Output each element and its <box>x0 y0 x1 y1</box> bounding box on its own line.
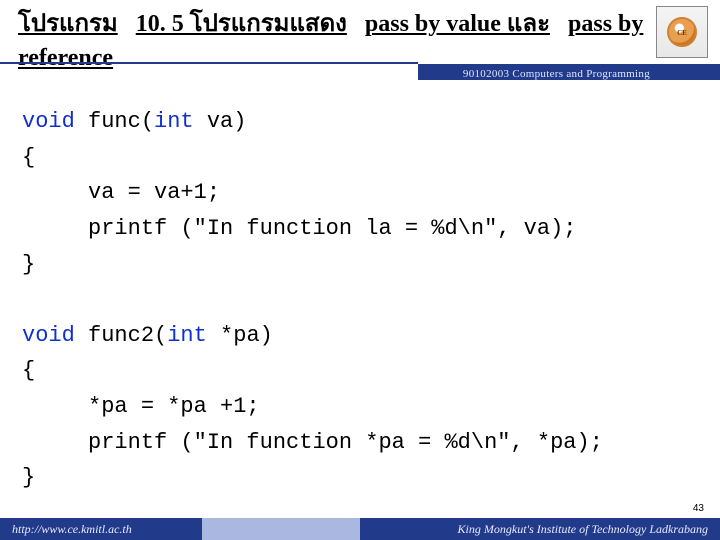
institution-logo: CE <box>656 6 708 58</box>
header: โปรแกรม 10. 5 โปรแกรมแสดง pass by value แล… <box>0 0 720 88</box>
code-l9: printf ("In function *pa = %d\n", *pa); <box>22 430 603 455</box>
code-l10: } <box>22 465 35 490</box>
footer-org: King Mongkut's Institute of Technology L… <box>360 518 720 540</box>
code-l8: *pa = *pa +1; <box>22 394 260 419</box>
header-divider: 90102003 Computers and Programming <box>0 62 720 80</box>
kw-void-2: void <box>22 323 75 348</box>
code-l3: va = va+1; <box>22 180 220 205</box>
page-number: 43 <box>693 503 704 514</box>
kw-void-1: void <box>22 109 75 134</box>
code-l4: printf ("In function la = %d\n", va); <box>22 216 577 241</box>
slide: โปรแกรม 10. 5 โปรแกรมแสดง pass by value แล… <box>0 0 720 540</box>
code-block: void func(int va) { va = va+1; printf ("… <box>22 104 698 496</box>
code-l7: { <box>22 358 35 383</box>
code-l2: { <box>22 145 35 170</box>
footer: http://www.ce.kmitl.ac.th King Mongkut's… <box>0 518 720 540</box>
code-l6b: func2( <box>75 323 167 348</box>
course-label: 90102003 Computers and Programming <box>463 66 650 82</box>
logo-text: CE <box>667 17 697 47</box>
footer-url: http://www.ce.kmitl.ac.th <box>0 518 202 540</box>
content-area: void func(int va) { va = va+1; printf ("… <box>0 88 720 496</box>
title-part1: โปรแกรม <box>18 11 118 37</box>
footer-mid <box>202 518 360 540</box>
kw-int-1: int <box>154 109 194 134</box>
code-l5: } <box>22 252 35 277</box>
title-part2: 10. 5 โปรแกรมแสดง <box>136 11 347 37</box>
title-part3: pass by value และ <box>365 11 550 37</box>
code-l1b: func( <box>75 109 154 134</box>
code-l1d: va) <box>194 109 247 134</box>
code-l6d: *pa) <box>207 323 273 348</box>
title-part4: pass by <box>568 11 643 37</box>
kw-int-2: int <box>167 323 207 348</box>
